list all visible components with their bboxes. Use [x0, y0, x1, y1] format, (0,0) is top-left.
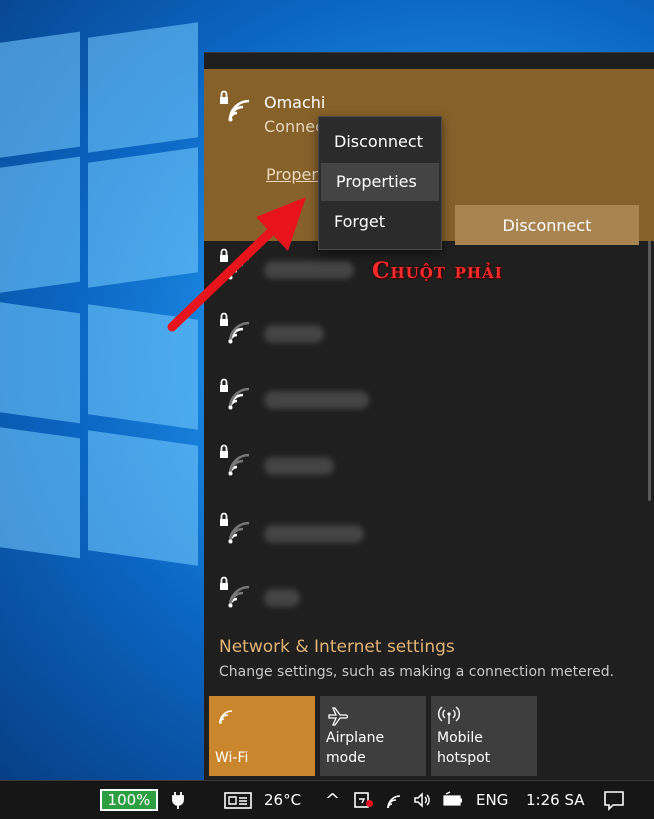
plug-icon: [168, 790, 188, 810]
wifi-icon: [216, 704, 238, 726]
chevron-up-icon[interactable]: ^: [325, 781, 340, 819]
speaker-icon[interactable]: [412, 790, 432, 810]
wifi-tile[interactable]: Wi-Fi: [209, 696, 315, 776]
network-name: Omachi: [264, 93, 326, 112]
context-menu-forget[interactable]: Forget: [319, 203, 441, 241]
tile-label: Mobile hotspot: [437, 728, 490, 768]
wallpaper-pane: [88, 430, 198, 566]
wallpaper-pane: [0, 31, 80, 164]
tile-label-line: Mobile: [437, 730, 483, 746]
tile-label-line: hotspot: [437, 750, 491, 766]
blurred-network-name: [264, 589, 300, 607]
tile-label: Wi-Fi: [215, 750, 249, 766]
secured-wifi-icon: [218, 511, 252, 545]
mobile-hotspot-tile[interactable]: Mobile hotspot: [431, 696, 537, 776]
annotation-label: Chuột phải: [372, 258, 503, 284]
airplane-icon: [327, 704, 349, 726]
wifi-icon[interactable]: [384, 790, 404, 810]
network-settings-link[interactable]: Network & Internet settings: [219, 637, 455, 657]
network-list-item[interactable]: [204, 371, 654, 435]
wallpaper-pane: [0, 296, 80, 424]
airplane-mode-tile[interactable]: Airplane mode: [320, 696, 426, 776]
blurred-network-name: [264, 457, 334, 475]
language-indicator[interactable]: ENG: [476, 781, 508, 819]
context-menu-disconnect[interactable]: Disconnect: [319, 123, 441, 161]
context-menu-properties[interactable]: Properties: [321, 163, 439, 201]
secured-wifi-icon: [218, 377, 252, 411]
clock[interactable]: 1:26 SA: [526, 781, 585, 819]
blurred-network-name: [264, 391, 369, 409]
network-list-item[interactable]: [204, 437, 654, 501]
network-settings-description: Change settings, such as making a connec…: [219, 664, 615, 680]
taskbar: 100% 26°C ^ ENG 1:26 SA: [0, 780, 654, 819]
secured-wifi-icon: [218, 443, 252, 477]
secured-wifi-icon: [218, 575, 252, 609]
network-list-item[interactable]: [204, 505, 654, 569]
annotation-arrow: [167, 197, 306, 332]
context-menu: Disconnect Properties Forget: [318, 116, 442, 250]
wallpaper-pane: [88, 22, 198, 153]
tile-label: Airplane mode: [326, 730, 385, 766]
wallpaper-pane: [0, 156, 80, 299]
notification-center-icon[interactable]: [603, 789, 625, 811]
wallpaper-pane: [0, 421, 80, 559]
secured-wifi-icon: [218, 89, 252, 123]
temperature[interactable]: 26°C: [264, 781, 301, 819]
battery-indicator[interactable]: 100%: [100, 789, 158, 811]
disconnect-button[interactable]: Disconnect: [455, 205, 639, 245]
battery-icon[interactable]: [442, 790, 464, 810]
network-list-item[interactable]: [204, 569, 654, 633]
news-weather-icon[interactable]: [224, 790, 254, 810]
notification-dot: [366, 800, 373, 807]
hotspot-icon: [438, 704, 460, 726]
blurred-network-name: [264, 525, 364, 543]
